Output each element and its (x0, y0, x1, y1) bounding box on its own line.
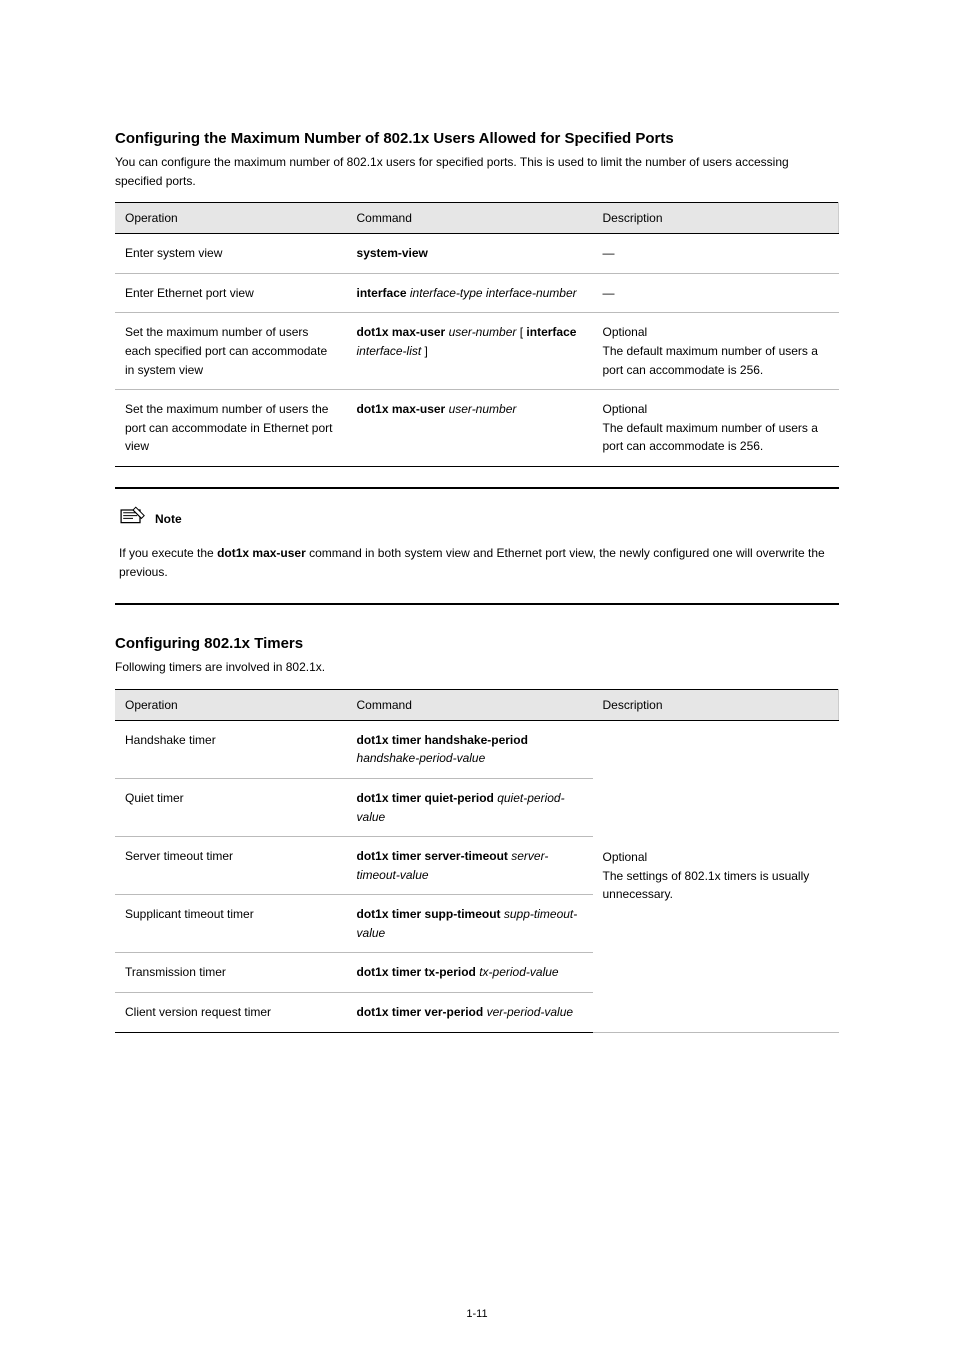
col-operation: Operation (115, 689, 347, 720)
table-row: Enter Ethernet port view interface inter… (115, 273, 839, 313)
cell-command: dot1x timer tx-period tx-period-value (347, 953, 593, 993)
col-operation: Operation (115, 203, 347, 234)
cmd-keyword: dot1x timer quiet-period (357, 791, 494, 805)
cmd-keyword: handshake-period (425, 733, 528, 747)
table-row: Handshake timer dot1x timer handshake-pe… (115, 720, 839, 778)
cell-operation: Enter Ethernet port view (115, 273, 347, 313)
cmd-arg: interface-type interface-number (410, 286, 577, 300)
intro-paragraph: You can configure the maximum number of … (115, 153, 839, 190)
cmd-keyword: interface (357, 286, 407, 300)
col-description: Description (593, 203, 839, 234)
table-row: Operation Command Description (115, 689, 839, 720)
section-heading: Configuring the Maximum Number of 802.1x… (115, 130, 839, 147)
cell-command: dot1x max-user user-number [ interface i… (347, 313, 593, 390)
note-box: Note If you execute the dot1x max-user c… (115, 487, 839, 605)
col-description: Description (593, 689, 839, 720)
cell-command: dot1x timer handshake-period handshake-p… (347, 720, 593, 778)
cmd-keyword: interface (526, 325, 576, 339)
col-command: Command (347, 203, 593, 234)
note-label: Note (155, 512, 182, 526)
cell-command: interface interface-type interface-numbe… (347, 273, 593, 313)
cmd-keyword: dot1x max-user (357, 325, 446, 339)
cmd-arg: tx-period-value (479, 965, 558, 979)
cmd-keyword: dot1x max-user (357, 402, 446, 416)
cell-description: Optional The default maximum number of u… (593, 313, 839, 390)
cmd-arg: user-number (449, 325, 517, 339)
cmd-bracket: [ (520, 325, 523, 339)
note-text-part: If you execute the (119, 546, 217, 560)
cell-command: dot1x timer quiet-period quiet-period-va… (347, 778, 593, 836)
page-number: 1-11 (0, 1308, 954, 1320)
table-timers: Operation Command Description Handshake … (115, 689, 839, 1033)
cell-description: — (593, 234, 839, 274)
cmd-arg: interface-list (357, 344, 422, 358)
cell-command: system-view (347, 234, 593, 274)
section2-paragraph: Following timers are involved in 802.1x. (115, 658, 839, 677)
cmd-keyword: dot1x timer ver-period (357, 1005, 484, 1019)
cell-operation: Transmission timer (115, 953, 347, 993)
cell-command: dot1x timer supp-timeout supp-timeout-va… (347, 895, 593, 953)
cell-description: — (593, 273, 839, 313)
table-row: Set the maximum number of users the port… (115, 390, 839, 467)
cell-operation: Enter system view (115, 234, 347, 274)
cell-command: dot1x max-user user-number (347, 390, 593, 467)
note-icon (119, 505, 147, 534)
cmd-arg: ver-period-value (487, 1005, 574, 1019)
table-row: Enter system view system-view — (115, 234, 839, 274)
cell-operation: Server timeout timer (115, 837, 347, 895)
cmd-keyword: dot1x timer server-timeout (357, 849, 508, 863)
cell-operation: Client version request timer (115, 993, 347, 1033)
table-row: Operation Command Description (115, 203, 839, 234)
table-maxusers: Operation Command Description Enter syst… (115, 202, 839, 467)
section2-heading: Configuring 802.1x Timers (115, 635, 839, 652)
cell-operation: Set the maximum number of users the port… (115, 390, 347, 467)
cmd-keyword: dot1x timer (357, 733, 422, 747)
col-command: Command (347, 689, 593, 720)
cell-command: dot1x timer server-timeout server-timeou… (347, 837, 593, 895)
cell-description: Optional The default maximum number of u… (593, 390, 839, 467)
cmd-keyword: dot1x max-user (217, 546, 306, 560)
cmd-keyword: dot1x timer tx-period (357, 965, 476, 979)
note-text: If you execute the dot1x max-user comman… (119, 544, 835, 581)
cell-description: Optional The settings of 802.1x timers i… (593, 720, 839, 1032)
cmd-keyword: dot1x timer supp-timeout (357, 907, 501, 921)
cmd-bracket: ] (425, 344, 428, 358)
cmd-arg: user-number (449, 402, 517, 416)
cmd-arg: handshake-period-value (357, 751, 486, 765)
cell-operation: Supplicant timeout timer (115, 895, 347, 953)
cell-command: dot1x timer ver-period ver-period-value (347, 993, 593, 1033)
cell-operation: Set the maximum number of users each spe… (115, 313, 347, 390)
cell-operation: Quiet timer (115, 778, 347, 836)
table-row: Set the maximum number of users each spe… (115, 313, 839, 390)
cell-operation: Handshake timer (115, 720, 347, 778)
